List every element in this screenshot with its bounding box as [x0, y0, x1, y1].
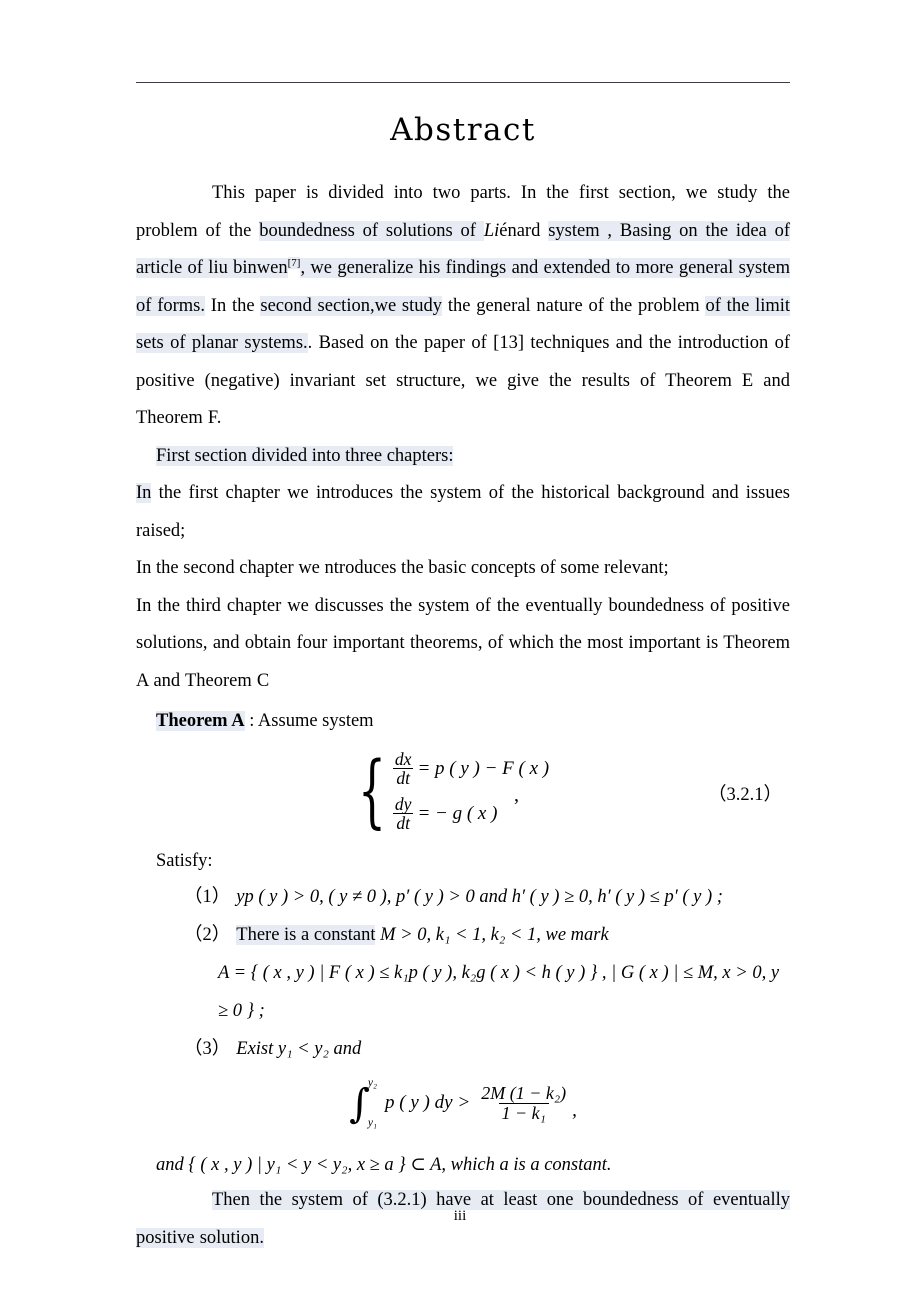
theorem-a-heading: Theorem A : Assume system — [136, 704, 790, 738]
abstract-seg-2-highlight: boundedness of solutions of — [259, 220, 484, 241]
equation-row-2-rhs: = − g ( x ) — [417, 802, 498, 824]
integral-upper-limit: y₂ — [367, 1077, 378, 1090]
condition-2-text-highlight: There is a constant — [236, 925, 376, 946]
integral-sign-icon: ∫ — [349, 1081, 370, 1128]
fraction-numerator: 2M (1 − k₂) — [481, 1082, 567, 1103]
page-content: Abstract This paper is divided into two … — [136, 112, 791, 1257]
condition-3-label: （3） — [184, 1039, 231, 1060]
abstract-seg-8: In the — [205, 295, 261, 316]
abstract-paragraph-1: This paper is divided into two parts. In… — [136, 175, 791, 438]
equation-row-dx-dt: dx dt = p ( y ) − F ( x ) — [389, 746, 549, 791]
integral-equation-block: ∫ y₂ y₁ p ( y ) dy > 2M (1 − k₂) 1 − k₁ … — [136, 1077, 790, 1140]
equation-row-dy-dt: dy dt = − g ( x ) — [389, 791, 549, 836]
abstract-paragraph-2: First section divided into three chapter… — [136, 438, 790, 476]
system-brace-group: { dx dt = p ( y ) − F ( x ) dy dt = − g … — [358, 746, 549, 836]
fraction-denominator: dt — [393, 813, 413, 833]
condition-3-text: Exist y₁ < y₂ and — [236, 1039, 362, 1060]
satisfy-label: Satisfy: — [156, 851, 213, 872]
fraction-dy-dt: dy dt — [392, 795, 415, 833]
system-equation-block: { dx dt = p ( y ) − F ( x ) dy dt = − g … — [136, 744, 790, 840]
theorem-a-label-highlight: Theorem A — [156, 711, 245, 732]
equation-number: （3.2.1） — [707, 785, 782, 806]
condition-2-text-rest: M > 0, k₁ < 1, k₂ < 1, we mark — [375, 925, 609, 946]
chapter-line-1-prefix-highlight: In — [136, 483, 152, 504]
fraction-numerator: dy — [394, 793, 412, 814]
chapter-line-3: In the third chapter we discusses the sy… — [136, 595, 790, 691]
integral-trailing-comma: , — [572, 1100, 577, 1122]
chapter-line-1-rest: the first chapter we introduces the syst… — [136, 483, 790, 541]
abstract-seg-10: the general nature of the problem — [442, 295, 706, 316]
integral-limits: y₂ y₁ — [367, 1077, 378, 1130]
condition-3: （3） Exist y₁ < y₂ and — [136, 1030, 790, 1068]
condition-2-label: （2） — [184, 925, 231, 946]
integral-expression: ∫ y₂ y₁ p ( y ) dy > 2M (1 − k₂) 1 − k₁ … — [349, 1077, 577, 1130]
system-rows: dx dt = p ( y ) − F ( x ) dy dt = − g ( … — [389, 746, 549, 836]
abstract-seg-lienard-rest: énard — [499, 220, 549, 241]
header-rule — [136, 82, 790, 83]
set-a-definition: A = { ( x , y ) | F ( x ) ≤ k₁p ( y ), k… — [218, 963, 780, 1022]
equation-trailing-comma: , — [514, 784, 519, 807]
integral-right-fraction: 2M (1 − k₂) 1 − k₁ — [478, 1082, 569, 1123]
page-title: Abstract — [390, 112, 536, 148]
integral-relation-operator: > — [458, 1092, 470, 1114]
integral-lower-limit: y₁ — [367, 1117, 378, 1130]
document-page: Abstract This paper is divided into two … — [0, 0, 920, 1302]
set-inclusion-line: and { ( x , y ) | y₁ < y < y₂, x ≥ a } ⊂… — [156, 1155, 612, 1176]
chapter-line-2: In the second chapter we ntroduces the b… — [136, 558, 669, 579]
abstract-seg-9-highlight: second section,we study — [260, 295, 443, 316]
theorem-a-intro: : Assume system — [244, 711, 374, 732]
fraction-dx-dt: dx dt — [392, 750, 415, 788]
condition-1-label: （1） — [184, 887, 231, 908]
left-curly-brace-icon: { — [358, 744, 386, 838]
citation-reference-7: [7] — [287, 257, 301, 270]
condition-2: （2） There is a constant M > 0, k₁ < 1, k₂… — [136, 916, 790, 954]
condition-1-text: yp ( y ) > 0, ( y ≠ 0 ), p′ ( y ) > 0 an… — [236, 887, 723, 908]
chapter-line-1: In the first chapter we introduces the s… — [136, 475, 790, 550]
fraction-numerator: dx — [394, 748, 412, 769]
page-number: iii — [453, 1208, 467, 1224]
first-section-note-highlight: First section divided into three chapter… — [156, 445, 454, 466]
equation-row-1-rhs: = p ( y ) − F ( x ) — [417, 757, 550, 779]
condition-1: （1） yp ( y ) > 0, ( y ≠ 0 ), p′ ( y ) > 0… — [136, 878, 790, 916]
fraction-denominator: dt — [393, 768, 413, 788]
abstract-seg-lienard-italic: Li — [483, 220, 500, 241]
fraction-denominator: 1 − k₁ — [498, 1102, 549, 1123]
integral-integrand: p ( y ) dy — [385, 1092, 453, 1114]
